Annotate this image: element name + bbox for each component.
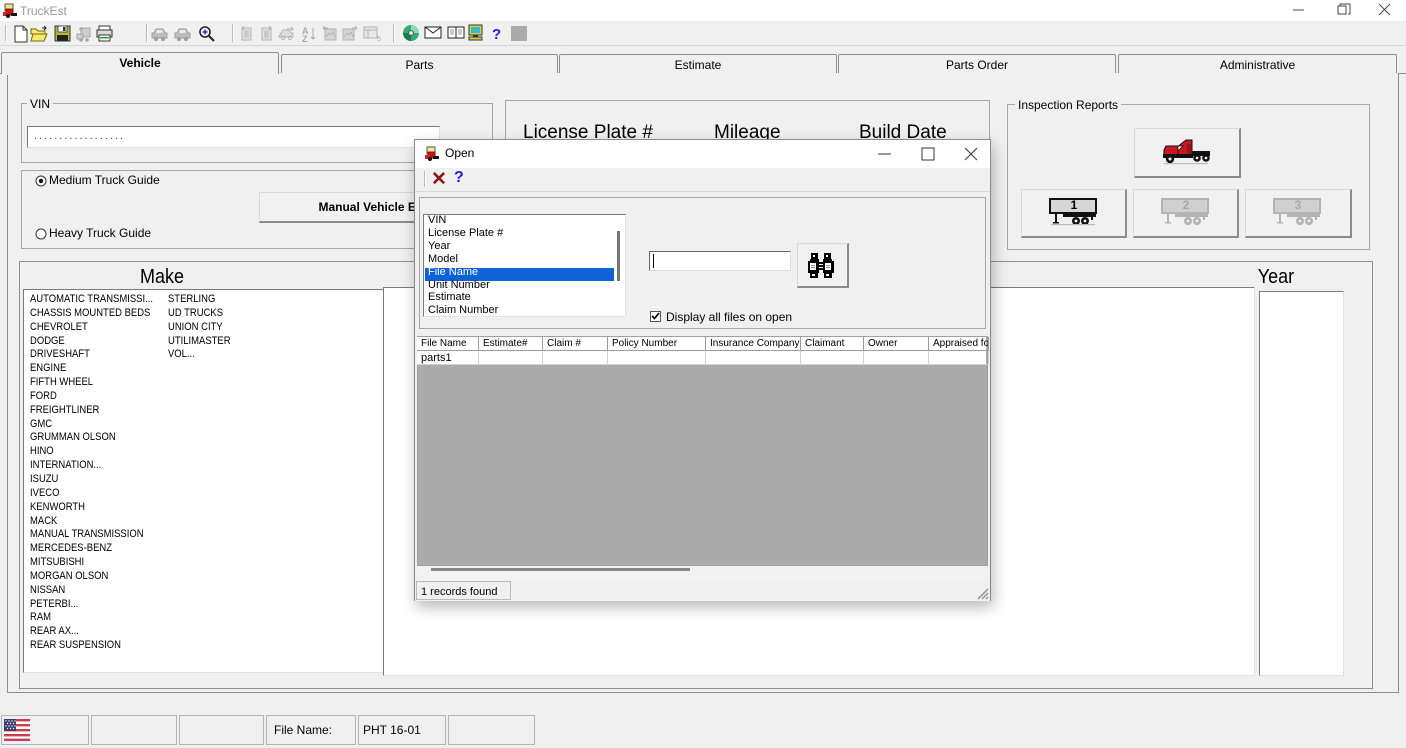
- svg-text:Z: Z: [302, 34, 308, 44]
- svg-text:?: ?: [492, 26, 501, 43]
- svg-text:5: 5: [377, 36, 381, 43]
